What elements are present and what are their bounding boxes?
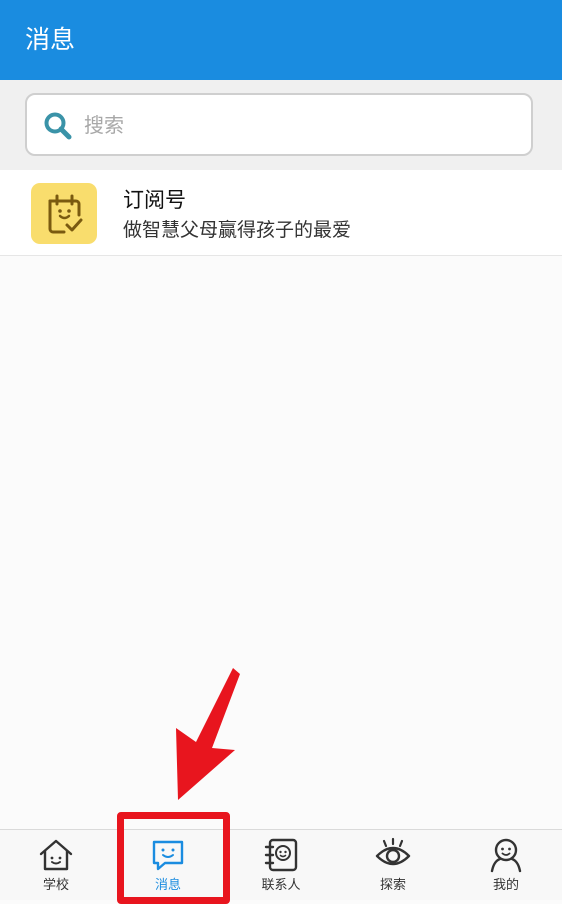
search-placeholder: 搜索 [84,113,124,137]
tab-contacts[interactable]: 联系人 [225,830,337,901]
search-area: 搜索 [0,80,562,170]
page-title: 消息 [25,25,76,54]
annotation-arrow-icon [176,668,240,800]
tab-school[interactable]: 学校 [0,830,112,901]
tab-label-school: 学校 [42,878,69,893]
tab-label-explore: 探索 [379,878,406,893]
list-item-subscription[interactable]: 订阅号 做智慧父母赢得孩子的最爱 [0,170,562,256]
tab-explore[interactable]: 探索 [337,830,449,901]
contacts-icon [264,838,298,872]
subscription-icon [48,194,83,234]
search-input[interactable]: 搜索 [25,93,533,156]
school-house-icon [39,839,73,871]
bottom-tab-bar: 学校 消息 联系人 探索 我的 [0,829,562,900]
tab-label-contacts: 联系人 [261,878,301,893]
profile-icon [490,838,522,873]
eye-icon [375,837,411,866]
annotation-highlight-box [117,812,230,904]
top-bar: 消息 [0,0,562,80]
tab-profile[interactable]: 我的 [450,830,562,901]
item-subtitle: 做智慧父母赢得孩子的最爱 [123,219,352,241]
tab-label-profile: 我的 [492,878,519,893]
search-icon [44,112,72,140]
subscription-avatar [31,183,97,244]
item-title: 订阅号 [123,188,186,212]
